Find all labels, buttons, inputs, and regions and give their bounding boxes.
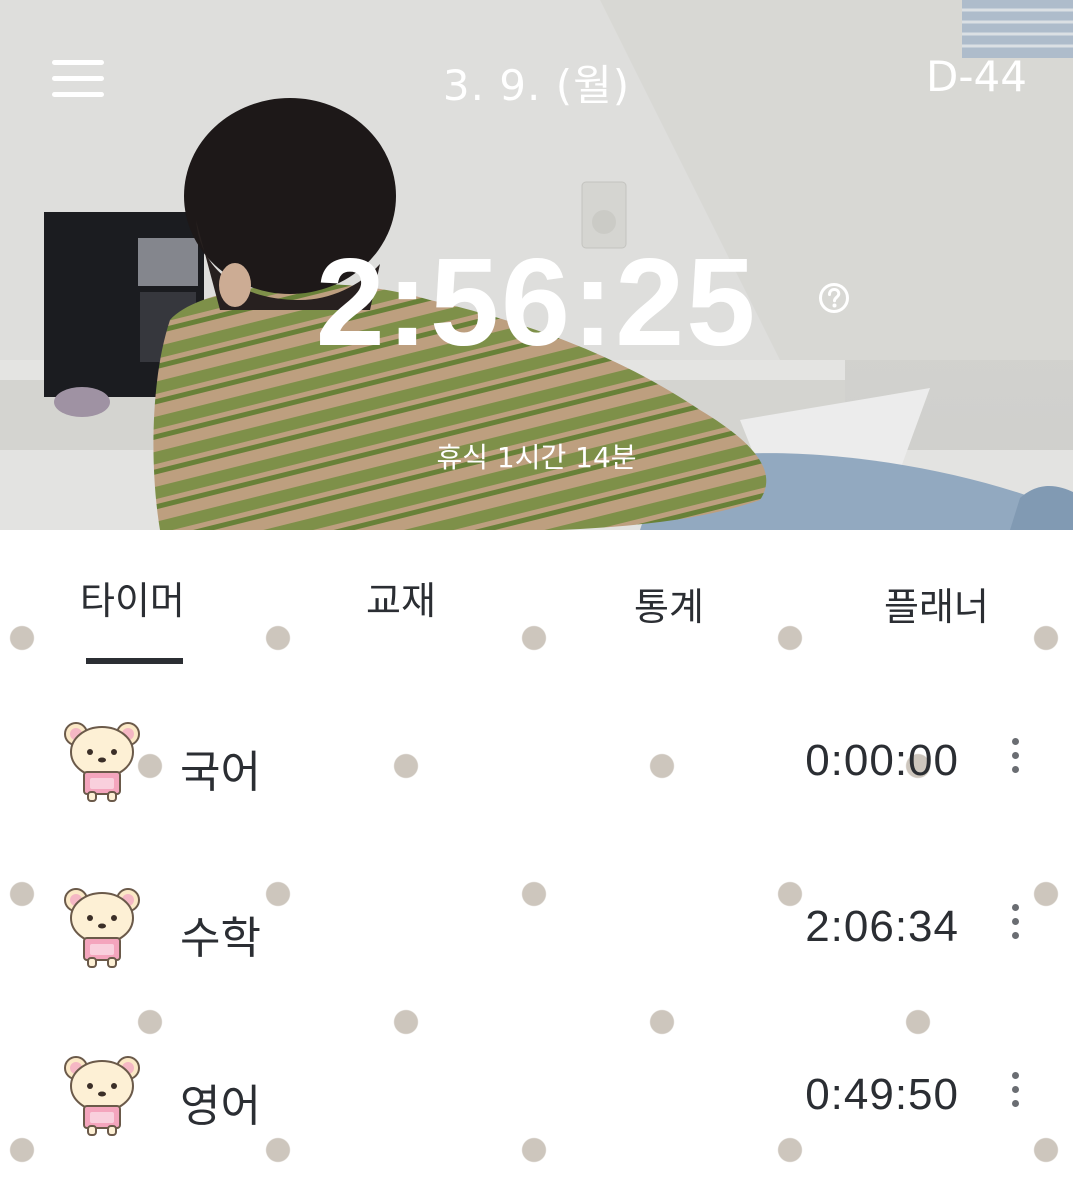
subject-time: 0:49:50	[805, 1070, 959, 1119]
help-icon[interactable]	[818, 282, 850, 314]
list-item[interactable]: 국어 0:00:00	[0, 716, 1073, 836]
rest-time: 휴식 1시간 14분	[436, 441, 637, 474]
subject-time: 0:00:00	[805, 736, 959, 785]
tab-statistics[interactable]: 통계	[634, 576, 704, 631]
subject-name: 국어	[180, 747, 261, 798]
subject-name: 영어	[180, 1081, 261, 1132]
subject-name: 수학	[180, 913, 261, 964]
total-study-time: 2:56:25	[315, 234, 758, 372]
active-tab-indicator	[86, 658, 183, 664]
tab-planner[interactable]: 플래너	[884, 576, 989, 631]
d-day-counter[interactable]: D-44	[926, 52, 1027, 101]
list-item[interactable]: 영어 0:49:50	[0, 1050, 1073, 1170]
header-photo: 3. 9. (월) D-44 2:56:25 휴식 1시간 14분	[0, 0, 1073, 530]
bear-icon	[64, 722, 140, 802]
tab-timer[interactable]: 타이머	[80, 570, 185, 625]
tab-textbook[interactable]: 교재	[366, 570, 436, 625]
content-area: 타이머 교재 통계 플래너 국어 0:00:00 수학 2:06:34 영어 0…	[0, 530, 1073, 1200]
more-options-icon[interactable]	[1004, 902, 1028, 942]
tab-bar: 타이머 교재 통계 플래너	[0, 530, 1073, 670]
bear-icon	[64, 1056, 140, 1136]
more-options-icon[interactable]	[1004, 736, 1028, 776]
list-item[interactable]: 수학 2:06:34	[0, 882, 1073, 1002]
subject-time: 2:06:34	[805, 902, 959, 951]
current-date: 3. 9. (월)	[442, 61, 631, 110]
bear-icon	[64, 888, 140, 968]
more-options-icon[interactable]	[1004, 1070, 1028, 1110]
